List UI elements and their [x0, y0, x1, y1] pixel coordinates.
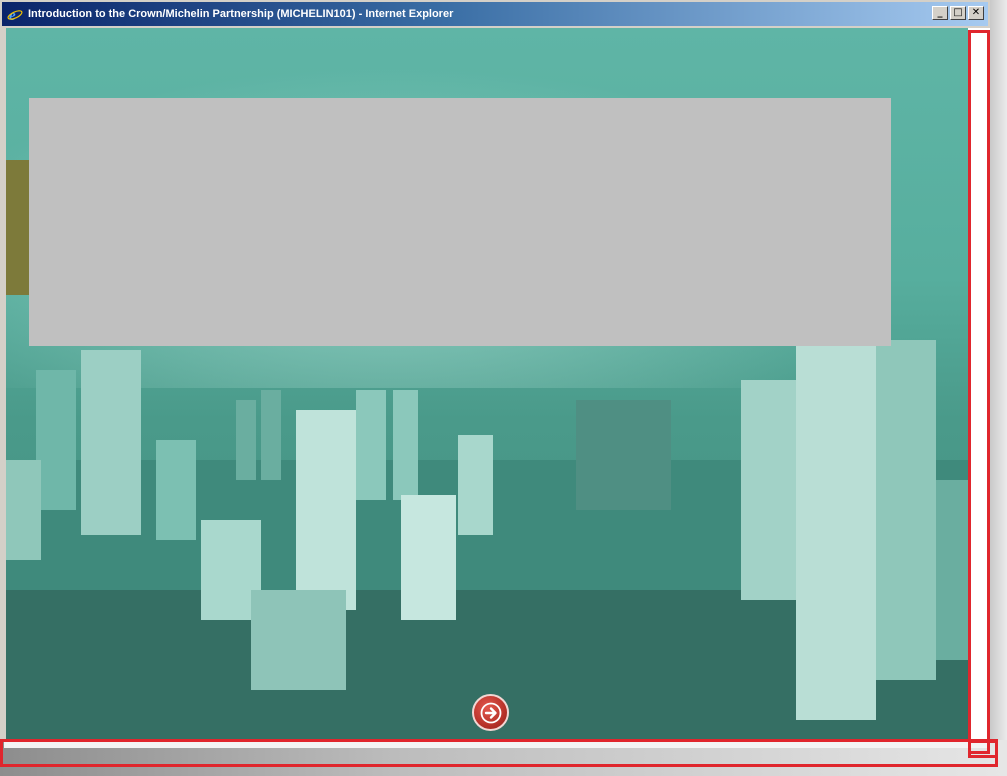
close-button[interactable]: ✕ — [968, 6, 984, 20]
title-bar[interactable]: e Introduction to the Crown/Michelin Par… — [2, 2, 988, 26]
highlight-box-bottom — [0, 739, 998, 767]
highlight-box-right — [968, 30, 990, 754]
city-skyline-image — [6, 340, 968, 740]
maximize-button[interactable]: □ — [950, 6, 966, 20]
side-accent — [6, 160, 30, 295]
arrow-right-icon — [480, 702, 501, 723]
next-button[interactable] — [472, 694, 509, 731]
course-content — [6, 28, 968, 740]
internet-explorer-icon: e — [6, 5, 24, 23]
content-placeholder-panel — [29, 98, 891, 346]
minimize-button[interactable]: _ — [932, 6, 948, 20]
window-controls: _ □ ✕ — [932, 6, 984, 20]
browser-window: e Introduction to the Crown/Michelin Par… — [0, 0, 1007, 776]
window-right-edge — [990, 0, 1007, 776]
window-title: Introduction to the Crown/Michelin Partn… — [28, 8, 454, 20]
highlight-box-corner — [968, 740, 998, 758]
